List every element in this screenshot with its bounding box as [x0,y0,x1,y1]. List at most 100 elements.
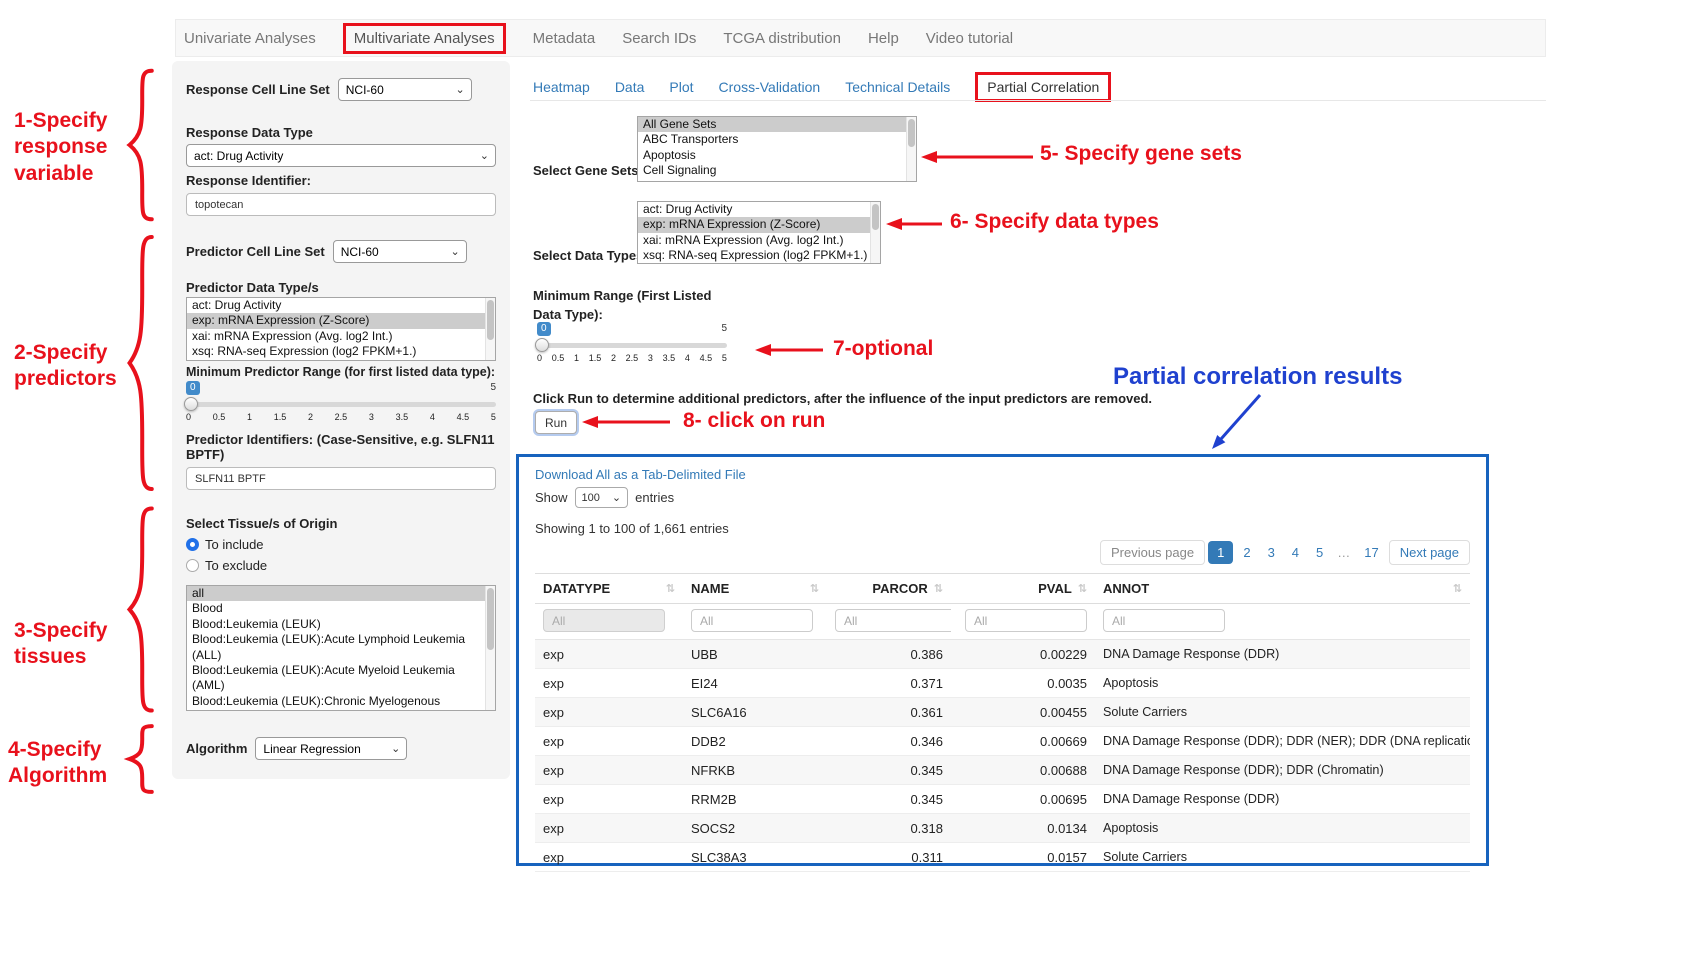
column-header-pval[interactable]: PVAL ⇅ [959,581,1087,596]
table-row[interactable]: expSLC6A16 0.3610.00455 Solute Carriers [535,698,1470,727]
table-row[interactable]: expEI24 0.3710.0035 Apoptosis [535,669,1470,698]
nav-univariate-analyses[interactable]: Univariate Analyses [184,30,316,47]
tick-label: 1.5 [274,412,287,422]
list-option[interactable]: Blood:Leukemia (LEUK) [187,617,495,632]
slider-handle[interactable] [184,397,198,411]
scrollbar-thumb[interactable] [872,204,879,230]
list-option[interactable]: Blood:Leukemia (LEUK):Acute Myeloid Leuk… [187,663,495,694]
radio-include[interactable] [186,538,199,551]
tab-technical-details[interactable]: Technical Details [845,79,950,95]
list-option[interactable]: Blood [187,601,495,616]
scrollbar[interactable] [870,202,880,263]
page-button-5[interactable]: 5 [1309,541,1330,564]
list-option[interactable]: xai: mRNA Expression (Avg. log2 Int.) [187,329,495,344]
filter-parcor[interactable] [835,609,951,632]
slider-track[interactable] [186,402,496,407]
list-option-selected[interactable]: exp: mRNA Expression (Z-Score) [638,217,880,232]
previous-page-button[interactable]: Previous page [1100,540,1205,565]
filter-pval[interactable] [965,609,1087,632]
algorithm-label: Algorithm [186,741,247,756]
nav-search-ids[interactable]: Search IDs [622,30,696,47]
scrollbar-thumb[interactable] [908,119,915,147]
column-header-datatype[interactable]: DATATYPE ⇅ [543,581,675,596]
nav-help[interactable]: Help [868,30,899,47]
pagination: Previous page 1 2 3 4 5 … 17 Next page [535,540,1470,565]
table-row[interactable]: expDDB2 0.3460.00669 DNA Damage Response… [535,727,1470,756]
response-data-type-select[interactable]: act: Drug Activity ⌄ [186,144,496,167]
list-option[interactable]: xsq: RNA-seq Expression (log2 FPKM+1.) [187,344,495,359]
list-option[interactable]: xai: mRNA Expression (Avg. log2 Int.) [638,233,880,248]
nav-tcga-distribution[interactable]: TCGA distribution [723,30,841,47]
download-link[interactable]: Download All as a Tab-Delimited File [535,467,1470,482]
radio-exclude[interactable] [186,559,199,572]
tab-heatmap[interactable]: Heatmap [533,79,590,95]
tick-label: 0.5 [552,353,565,363]
scrollbar[interactable] [906,117,916,181]
tick-label: 0 [537,353,542,363]
tissue-origin-label: Select Tissue/s of Origin [186,516,496,531]
brace-icon [120,66,156,224]
tab-cross-validation[interactable]: Cross-Validation [719,79,821,95]
slider-value-badge: 0 [537,322,551,336]
filter-datatype[interactable] [543,609,665,632]
slider-value-badge: 0 [186,381,200,395]
list-option-selected[interactable]: all [187,586,495,601]
tab-partial-correlation[interactable]: Partial Correlation [975,72,1111,102]
list-option[interactable]: xsq: RNA-seq Expression (log2 FPKM+1.) [638,248,880,263]
column-header-parcor[interactable]: PARCOR ⇅ [835,581,943,596]
tab-data[interactable]: Data [615,79,645,95]
nav-multivariate-analyses[interactable]: Multivariate Analyses [343,23,506,54]
list-option[interactable]: act: Drug Activity [638,202,880,217]
run-button[interactable]: Run [535,411,577,434]
next-page-button[interactable]: Next page [1389,540,1470,565]
page-button-4[interactable]: 4 [1285,541,1306,564]
slider-track[interactable] [537,343,727,348]
list-option[interactable]: ABC Transporters [638,132,916,147]
page-button-3[interactable]: 3 [1261,541,1282,564]
table-row[interactable]: expUBB 0.3860.00229 DNA Damage Response … [535,640,1470,669]
tick-label: 2 [611,353,616,363]
list-option[interactable]: act: Drug Activity [187,298,495,313]
list-option-selected[interactable]: All Gene Sets [638,117,916,132]
tabs-divider [530,100,1546,101]
page-button-2[interactable]: 2 [1236,541,1257,564]
list-option[interactable]: Cell Signaling [638,163,916,178]
slider-max-label: 5 [721,323,727,334]
column-header-annot[interactable]: ANNOT ⇅ [1103,581,1462,596]
column-header-name[interactable]: NAME ⇅ [691,581,819,596]
list-option-selected[interactable]: exp: mRNA Expression (Z-Score) [187,313,495,328]
table-row[interactable]: expRRM2B 0.3450.00695 DNA Damage Respons… [535,785,1470,814]
scrollbar-thumb[interactable] [487,588,494,650]
red-arrow-icon [886,216,942,232]
show-entries-select[interactable]: 100 ⌄ [575,487,629,508]
table-row[interactable]: expSLC38A3 0.3110.0157 Solute Carriers [535,843,1470,872]
table-row[interactable]: expNFRKB 0.3450.00688 DNA Damage Respons… [535,756,1470,785]
list-option[interactable]: Blood:Leukemia (LEUK):Acute Lymphoid Leu… [187,632,495,663]
page-button-17[interactable]: 17 [1357,541,1385,564]
scrollbar-thumb[interactable] [487,300,494,340]
list-option[interactable]: Blood:Leukemia (LEUK):Chronic Myelogenou… [187,694,495,711]
tick-label: 5 [722,353,727,363]
algorithm-select[interactable]: Linear Regression ⌄ [255,737,407,760]
table-row[interactable]: expSOCS2 0.3180.0134 Apoptosis [535,814,1470,843]
nav-metadata[interactable]: Metadata [533,30,596,47]
scrollbar[interactable] [485,298,495,360]
chevron-down-icon: ⌄ [391,742,400,755]
predictor-cell-line-set-select[interactable]: NCI-60 ⌄ [333,240,467,263]
scrollbar[interactable] [485,586,495,710]
page: Univariate Analyses Multivariate Analyse… [0,0,1700,956]
slider-ticks: 0 0.5 1 1.5 2 2.5 3 3.5 4 4.5 5 [186,412,496,422]
tab-plot[interactable]: Plot [669,79,693,95]
predictor-identifiers-input[interactable] [186,467,496,490]
list-option[interactable]: Apoptosis [638,148,916,163]
response-identifier-input[interactable] [186,193,496,216]
page-button-1[interactable]: 1 [1208,541,1233,564]
annotation-step6: 6- Specify data types [950,209,1159,235]
response-cell-line-set-select[interactable]: NCI-60 ⌄ [338,78,472,101]
nav-video-tutorial[interactable]: Video tutorial [926,30,1013,47]
min-range-label: Minimum Range (First Listed Data Type): [533,287,718,325]
slider-handle[interactable] [535,338,549,352]
tick-label: 1 [247,412,252,422]
filter-annot[interactable] [1103,609,1225,632]
filter-name[interactable] [691,609,813,632]
